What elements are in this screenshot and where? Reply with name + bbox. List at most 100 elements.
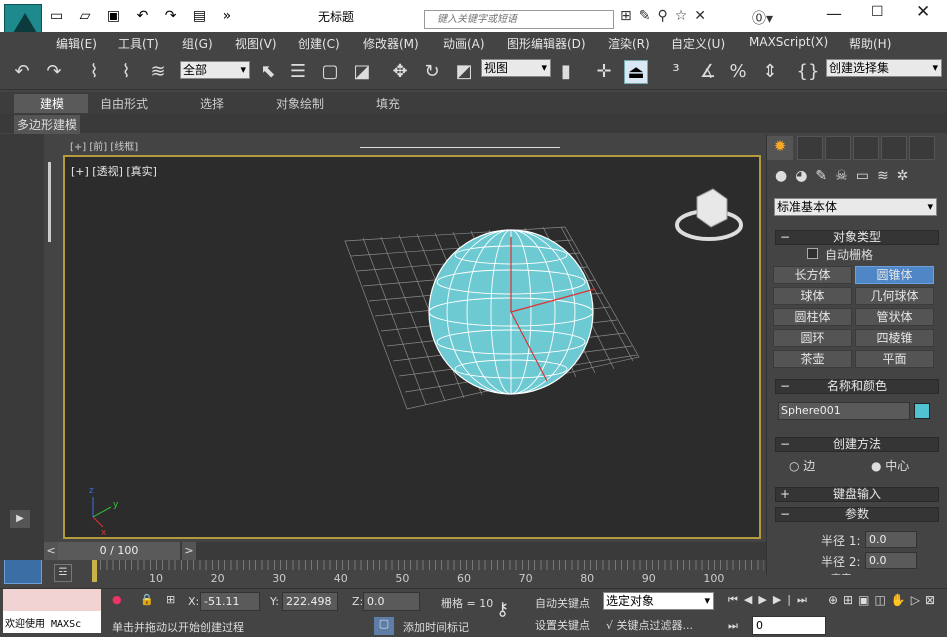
- radius1-field[interactable]: 0.0: [865, 531, 917, 548]
- maximize-button[interactable]: ☐: [871, 4, 884, 20]
- viewport-nav-icons[interactable]: ⊕⊞▣◫✋▷⊠: [828, 593, 946, 607]
- menu-item[interactable]: 工具(T): [118, 35, 159, 52]
- sphere[interactable]: [428, 229, 596, 395]
- spinner-snap-icon[interactable]: ⇕: [758, 60, 782, 84]
- create-tab-icon[interactable]: ✹: [767, 136, 793, 160]
- menu-item[interactable]: 编辑(E): [56, 35, 97, 52]
- selection-filter-dropdown[interactable]: 全部: [180, 61, 250, 79]
- object-color-swatch[interactable]: [914, 403, 930, 419]
- modify-tab-icon[interactable]: [797, 136, 823, 160]
- front-view-label[interactable]: [+] [前] [线框]: [70, 138, 138, 153]
- set-key-icon[interactable]: ⚷: [496, 599, 509, 620]
- menu-item[interactable]: 组(G): [182, 35, 213, 52]
- ribbon-tab[interactable]: 对象绘制: [276, 95, 324, 112]
- scale-icon[interactable]: ◩: [452, 60, 476, 84]
- radio-edge[interactable]: ○ 边: [789, 457, 815, 474]
- parameters-rollout[interactable]: − 参数: [775, 507, 939, 522]
- search-box[interactable]: [424, 10, 614, 29]
- object-type-button[interactable]: 长方体: [773, 266, 852, 284]
- quick-access-icons[interactable]: ▭ ▱ ▣ ↶ ↷ ▤ »: [50, 8, 237, 24]
- object-type-button[interactable]: 管状体: [855, 308, 934, 326]
- auto-key-button[interactable]: 自动关键点: [535, 595, 590, 611]
- object-type-button[interactable]: 四棱锥: [855, 329, 934, 347]
- object-type-rollout[interactable]: − 对象类型: [775, 230, 939, 245]
- welcome-text[interactable]: 欢迎使用 MAXSc: [3, 611, 101, 633]
- selection-lock-icon[interactable]: 🔒: [140, 593, 154, 606]
- help-icon[interactable]: ⓪▾: [752, 8, 773, 28]
- select-manipulate-icon[interactable]: ✛: [592, 60, 616, 84]
- hierarchy-tab-icon[interactable]: [825, 136, 851, 160]
- time-prev-icon[interactable]: <: [44, 542, 58, 560]
- time-cursor[interactable]: [92, 560, 97, 582]
- close-button[interactable]: ✕: [916, 2, 930, 22]
- time-slider[interactable]: 0 / 100: [58, 542, 180, 560]
- y-coordinate-field[interactable]: 222.498: [282, 592, 338, 611]
- sub-ribbon-tab[interactable]: 多边形建模: [14, 115, 81, 134]
- select-by-name-icon[interactable]: ☰: [286, 60, 310, 84]
- menu-item[interactable]: 视图(V): [235, 35, 277, 52]
- autogrid-checkbox[interactable]: [807, 248, 818, 259]
- object-type-button[interactable]: 圆环: [773, 329, 852, 347]
- redo-icon[interactable]: ↷: [42, 60, 66, 84]
- time-next-icon[interactable]: >: [182, 542, 196, 560]
- minimize-button[interactable]: —: [826, 4, 842, 23]
- select-object-icon[interactable]: ⬉: [256, 60, 280, 84]
- object-type-button[interactable]: 平面: [855, 350, 934, 368]
- rotate-icon[interactable]: ↻: [420, 60, 444, 84]
- current-frame-field[interactable]: 0: [752, 616, 826, 635]
- link-icon[interactable]: ⌇: [82, 60, 106, 84]
- ribbon-tab[interactable]: 建模: [40, 95, 64, 112]
- object-name-field[interactable]: Sphere001: [778, 402, 910, 420]
- reference-coord-dropdown[interactable]: 视图: [481, 59, 551, 77]
- menu-item[interactable]: 图形编辑器(D): [507, 35, 586, 52]
- object-type-button[interactable]: 圆锥体: [855, 266, 934, 284]
- percent-snap-icon[interactable]: %: [726, 60, 750, 84]
- radius2-field[interactable]: 0.0: [865, 552, 917, 569]
- menu-item[interactable]: 渲染(R): [608, 35, 650, 52]
- selected-dropdown[interactable]: 选定对象: [603, 592, 714, 610]
- object-type-button[interactable]: 几何球体: [855, 287, 934, 305]
- unlink-icon[interactable]: ⌇: [114, 60, 138, 84]
- object-type-button[interactable]: 圆柱体: [773, 308, 852, 326]
- create-category-icons[interactable]: ●◕✎☠▭≋✲: [775, 168, 941, 190]
- maxscript-listener-mini[interactable]: [3, 589, 101, 611]
- creation-method-rollout[interactable]: − 创建方法: [775, 437, 939, 452]
- view-cube-icon[interactable]: [675, 188, 743, 241]
- menu-item[interactable]: 帮助(H): [849, 35, 891, 52]
- window-crossing-icon[interactable]: ◪: [350, 60, 374, 84]
- category-dropdown[interactable]: 标准基本体: [774, 198, 937, 216]
- z-coordinate-field[interactable]: 0.0: [363, 592, 420, 611]
- radio-center[interactable]: ● 中心: [871, 457, 909, 474]
- ribbon-tab[interactable]: 自由形式: [100, 95, 148, 112]
- menu-item[interactable]: 动画(A): [443, 35, 485, 52]
- named-selection-dropdown[interactable]: 创建选择集: [826, 59, 942, 77]
- edit-named-sets-icon[interactable]: {}: [796, 60, 820, 84]
- perspective-viewport[interactable]: [+] [透视] [真实] z y x: [63, 155, 761, 539]
- angle-snap-icon[interactable]: ∡: [696, 60, 720, 84]
- object-type-button[interactable]: 球体: [773, 287, 852, 305]
- pivot-icon[interactable]: ▮: [554, 60, 578, 84]
- menu-item[interactable]: 修改器(M): [363, 35, 419, 52]
- keyboard-shortcut-toggle-icon[interactable]: ⏏: [624, 60, 648, 84]
- track-bar[interactable]: 10 20 30 40 50 60 70 80 90 100: [44, 560, 766, 588]
- snaps-toggle-icon[interactable]: ³: [664, 60, 688, 84]
- absolute-mode-icon[interactable]: ⊞: [166, 593, 175, 606]
- rect-selection-icon[interactable]: ▢: [318, 60, 342, 84]
- playback-controls[interactable]: ⏮◀▶▶|⏭: [728, 593, 813, 607]
- display-tab-icon[interactable]: [881, 136, 907, 160]
- menu-item[interactable]: 自定义(U): [671, 35, 725, 52]
- mini-curve-editor-icon[interactable]: ☲: [54, 564, 72, 582]
- menu-item[interactable]: 创建(C): [298, 35, 340, 52]
- set-key-button[interactable]: 设置关键点: [535, 617, 590, 633]
- play-panel-icon[interactable]: ▶: [10, 510, 30, 528]
- infocenter-icons[interactable]: ⊞✎⚲☆✕: [620, 8, 713, 24]
- x-coordinate-field[interactable]: -51.11: [200, 592, 260, 611]
- move-icon[interactable]: ✥: [388, 60, 412, 84]
- isolate-icon[interactable]: ●: [112, 593, 122, 606]
- bind-spacewarp-icon[interactable]: ≋: [146, 60, 170, 84]
- ribbon-tab[interactable]: 填充: [376, 95, 400, 112]
- ribbon-tab[interactable]: 选择: [200, 95, 224, 112]
- add-time-tag[interactable]: 添加时间标记: [403, 619, 469, 635]
- time-tag-icon[interactable]: ▢: [374, 617, 394, 635]
- motion-tab-icon[interactable]: [853, 136, 879, 160]
